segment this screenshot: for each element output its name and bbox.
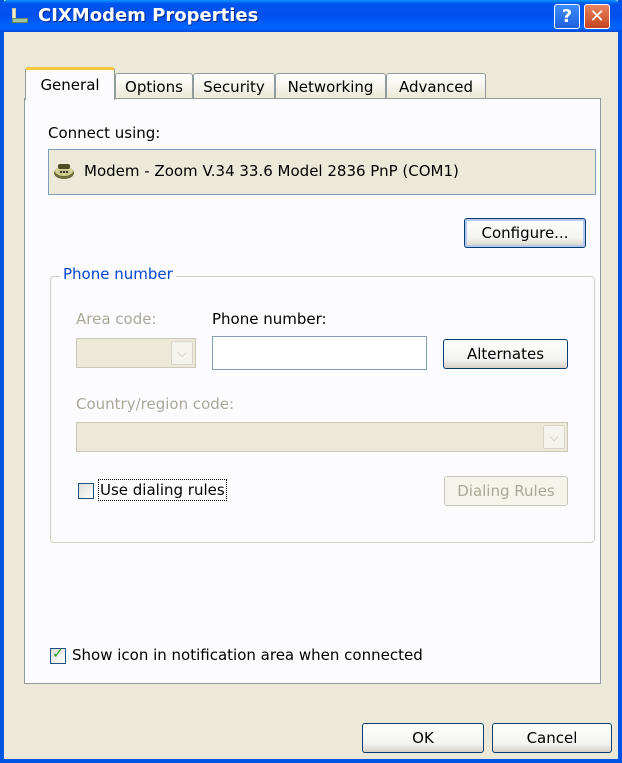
configure-button[interactable]: Configure... — [464, 218, 586, 248]
tab-advanced[interactable]: Advanced — [386, 73, 486, 99]
alternates-label: Alternates — [466, 345, 545, 363]
dialing-rules-button[interactable]: Dialing Rules — [444, 476, 568, 506]
country-region-label: Country/region code: — [76, 395, 235, 413]
tab-networking[interactable]: Networking — [275, 73, 386, 99]
chevron-down-icon[interactable]: ⌵ — [171, 341, 193, 365]
configure-label: Configure... — [481, 224, 569, 242]
help-button[interactable]: ? — [554, 4, 580, 29]
connect-using-label: Connect using: — [48, 124, 161, 142]
window-title: CIXModem Properties — [38, 5, 259, 26]
phone-number-input[interactable] — [212, 336, 427, 370]
ok-label: OK — [412, 729, 434, 747]
show-icon-label[interactable]: Show icon in notification area when conn… — [72, 646, 423, 664]
alternates-button[interactable]: Alternates — [443, 339, 568, 369]
tab-options[interactable]: Options — [115, 73, 193, 99]
close-button[interactable]: ✕ — [584, 4, 610, 29]
show-icon-checkbox[interactable]: ✓ — [50, 646, 66, 664]
tab-general[interactable]: General — [25, 67, 115, 100]
area-code-combo[interactable]: ⌵ — [76, 338, 196, 368]
tab-security[interactable]: Security — [193, 73, 275, 99]
use-dialing-rules-label[interactable]: Use dialing rules — [98, 479, 227, 501]
area-code-label: Area code: — [76, 310, 157, 328]
country-region-combo[interactable]: ⌵ — [76, 422, 568, 452]
cancel-button[interactable]: Cancel — [492, 723, 612, 753]
use-dialing-rules-checkbox[interactable] — [78, 483, 94, 499]
chevron-down-icon[interactable]: ⌵ — [543, 425, 565, 449]
device-name: Modem - Zoom V.34 33.6 Model 2836 PnP (C… — [84, 162, 459, 180]
modem-icon — [54, 164, 74, 179]
dialing-rules-label: Dialing Rules — [457, 482, 555, 500]
cancel-label: Cancel — [526, 729, 578, 747]
phone-number-group-title: Phone number — [60, 265, 176, 283]
device-list[interactable]: Modem - Zoom V.34 33.6 Model 2836 PnP (C… — [48, 149, 596, 195]
ok-button[interactable]: OK — [362, 723, 484, 753]
phone-number-label: Phone number: — [212, 310, 327, 328]
connection-icon — [12, 8, 28, 23]
checkmark-icon: ✓ — [52, 646, 64, 662]
title-bar[interactable]: CIXModem Properties ? ✕ — [0, 0, 622, 32]
